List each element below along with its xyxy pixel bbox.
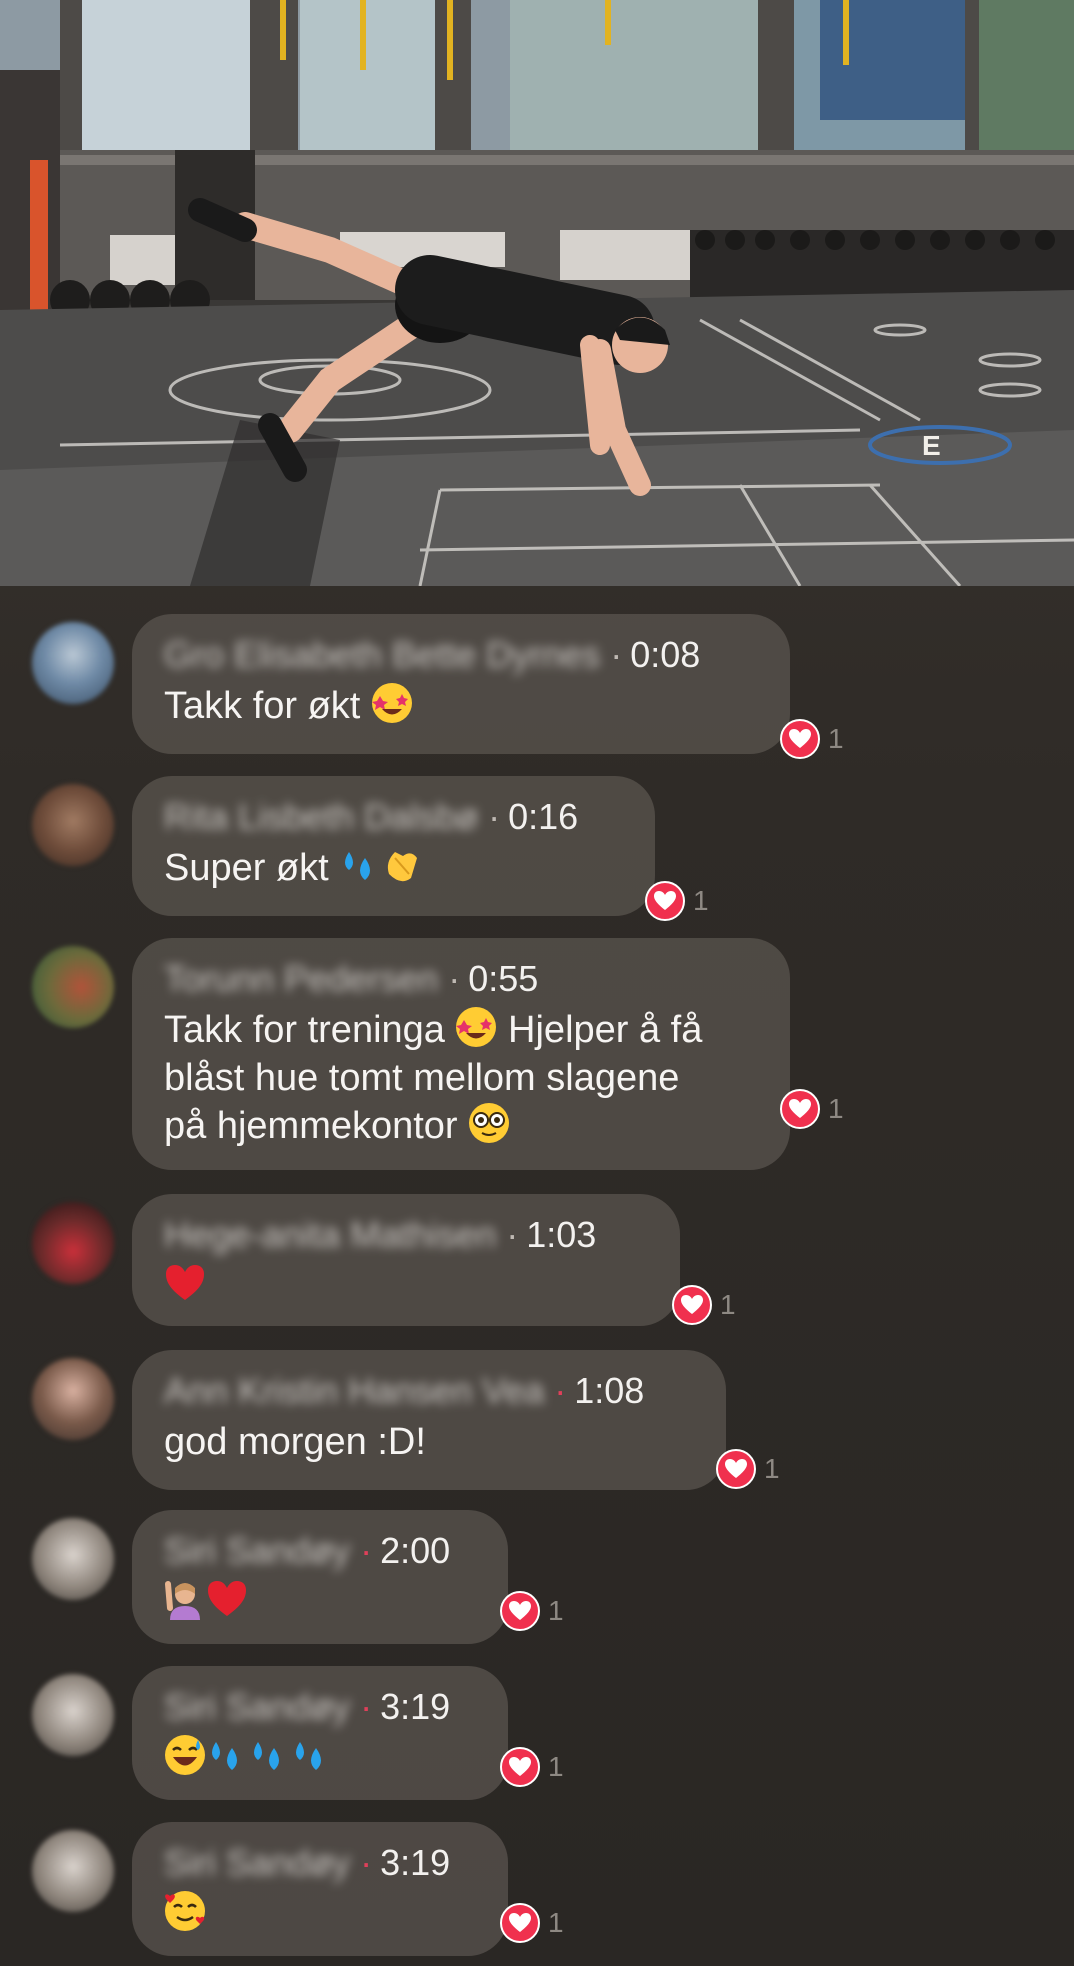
heart-reaction-icon: [500, 1903, 540, 1943]
heart-reaction-icon: [645, 881, 685, 921]
heart-reaction-icon: [500, 1747, 540, 1787]
comment-text-line: blåst hue tomt mellom slagene: [164, 1057, 680, 1099]
comment-author[interactable]: Hege-anita Mathisen: [164, 1214, 496, 1255]
separator-dot: ·: [610, 634, 623, 675]
star-struck-emoji-icon: [371, 683, 412, 723]
comment-author[interactable]: Siri Sandøy: [164, 1686, 350, 1727]
sweat-droplets-emoji-icon: [296, 1742, 321, 1770]
reaction-count: 1: [720, 1289, 736, 1320]
avatar[interactable]: [32, 1674, 114, 1756]
floor-letter: E: [922, 430, 941, 461]
comment-text-content: Super økt: [164, 847, 329, 889]
comment-author[interactable]: Ann Kristin Hansen Vea: [164, 1370, 544, 1411]
comment-timestamp[interactable]: 0:08: [630, 634, 700, 675]
heart-reaction-icon: [672, 1285, 712, 1325]
comment-text: Super økt: [164, 844, 623, 892]
star-struck-emoji-icon: [456, 1007, 497, 1047]
comment-text-line: Hjelper å få: [508, 1009, 703, 1051]
heart-reaction-icon: [500, 1591, 540, 1631]
separator-dot: ·: [360, 1686, 373, 1727]
reaction-count: 1: [693, 885, 709, 916]
reaction-count: 1: [548, 1595, 564, 1626]
heart-reaction-icon: [780, 719, 820, 759]
comment-text: [164, 1578, 476, 1626]
comment-bubble[interactable]: Gro Elisabeth Bette Dyrnes · 0:08 Takk for…: [132, 614, 790, 754]
reaction-summary[interactable]: 1: [645, 880, 709, 922]
reaction-summary[interactable]: 1: [500, 1590, 564, 1632]
comment-text: Takk for økt: [164, 682, 758, 730]
reaction-summary[interactable]: 1: [780, 718, 844, 760]
comment-bubble[interactable]: Siri Sandøy · 2:00: [132, 1510, 508, 1644]
avatar[interactable]: [32, 1830, 114, 1912]
comment-text: Takk for treninga Hjelper å få blåst hue…: [164, 1006, 758, 1150]
person-raising-hand-emoji-icon: [165, 1581, 200, 1620]
zany-face-emoji-icon: [469, 1103, 510, 1143]
reaction-count: 1: [828, 723, 844, 754]
comment-timestamp[interactable]: 0:55: [468, 958, 538, 999]
reaction-count: 1: [764, 1453, 780, 1484]
comment-bubble[interactable]: Siri Sandøy · 3:19: [132, 1822, 508, 1956]
reaction-count: 1: [548, 1907, 564, 1938]
red-heart-emoji-icon: [208, 1581, 246, 1616]
sweat-droplets-emoji-icon: [212, 1742, 237, 1770]
comment-author[interactable]: Siri Sandøy: [164, 1842, 350, 1883]
comment-timestamp[interactable]: 0:16: [508, 796, 578, 837]
workout-video-frame: E: [0, 0, 1074, 586]
live-video-page: E Gro Elisabeth Bette Dyrnes · 0:08 Takk…: [0, 0, 1074, 1966]
sweat-droplets-emoji-icon: [254, 1742, 279, 1770]
avatar[interactable]: [32, 1202, 114, 1284]
reaction-summary[interactable]: 1: [780, 1088, 844, 1130]
reaction-summary[interactable]: 1: [672, 1284, 736, 1326]
comment-author[interactable]: Torunn Pedersen: [164, 958, 438, 999]
comment-timestamp[interactable]: 1:08: [574, 1370, 644, 1411]
comment-text: [164, 1262, 648, 1310]
comment-bubble[interactable]: Torunn Pedersen · 0:55 Takk for treninga H…: [132, 938, 790, 1170]
separator-dot: ·: [554, 1370, 567, 1411]
separator-dot: ·: [448, 958, 461, 999]
avatar[interactable]: [32, 946, 114, 1028]
comment-text: [164, 1734, 476, 1782]
comment-text-content: god morgen :D!: [164, 1421, 426, 1463]
comment-author[interactable]: Siri Sandøy: [164, 1530, 350, 1571]
comment-text-content: Takk for økt: [164, 685, 361, 727]
comment-timestamp[interactable]: 2:00: [380, 1530, 450, 1571]
comment-bubble[interactable]: Siri Sandøy · 3:19: [132, 1666, 508, 1800]
separator-dot: ·: [360, 1530, 373, 1571]
comment-author[interactable]: Rita Lisbeth Dalsbø: [164, 796, 478, 837]
comments-list[interactable]: Gro Elisabeth Bette Dyrnes · 0:08 Takk for…: [0, 586, 1074, 1966]
comment-text: god morgen :D!: [164, 1418, 694, 1466]
avatar[interactable]: [32, 1358, 114, 1440]
reaction-count: 1: [548, 1751, 564, 1782]
heart-reaction-icon: [716, 1449, 756, 1489]
sweat-droplets-emoji-icon: [345, 852, 371, 880]
smiling-face-with-hearts-emoji-icon: [165, 1891, 205, 1931]
comment-bubble[interactable]: Hege-anita Mathisen · 1:03: [132, 1194, 680, 1326]
avatar[interactable]: [32, 622, 114, 704]
comment-author[interactable]: Gro Elisabeth Bette Dyrnes: [164, 634, 600, 675]
comment-timestamp[interactable]: 3:19: [380, 1842, 450, 1883]
heart-reaction-icon: [780, 1089, 820, 1129]
clapping-hands-emoji-icon: [388, 852, 418, 882]
comment-timestamp[interactable]: 1:03: [526, 1214, 596, 1255]
separator-dot: ·: [506, 1214, 519, 1255]
separator-dot: ·: [360, 1842, 373, 1883]
red-heart-emoji-icon: [166, 1265, 204, 1300]
video-player[interactable]: E: [0, 0, 1074, 586]
reaction-summary[interactable]: 1: [500, 1746, 564, 1788]
grinning-sweat-emoji-icon: [165, 1735, 205, 1775]
reaction-count: 1: [828, 1093, 844, 1124]
comment-text-line: på hjemmekontor: [164, 1105, 458, 1147]
comment-timestamp[interactable]: 3:19: [380, 1686, 450, 1727]
reaction-summary[interactable]: 1: [716, 1448, 780, 1490]
comment-text-line: Takk for treninga: [164, 1009, 445, 1051]
comment-bubble[interactable]: Ann Kristin Hansen Vea · 1:08 god morgen :…: [132, 1350, 726, 1490]
separator-dot: ·: [488, 796, 501, 837]
avatar[interactable]: [32, 1518, 114, 1600]
reaction-summary[interactable]: 1: [500, 1902, 564, 1944]
avatar[interactable]: [32, 784, 114, 866]
comment-text: [164, 1890, 476, 1938]
comment-bubble[interactable]: Rita Lisbeth Dalsbø · 0:16 Super økt: [132, 776, 655, 916]
